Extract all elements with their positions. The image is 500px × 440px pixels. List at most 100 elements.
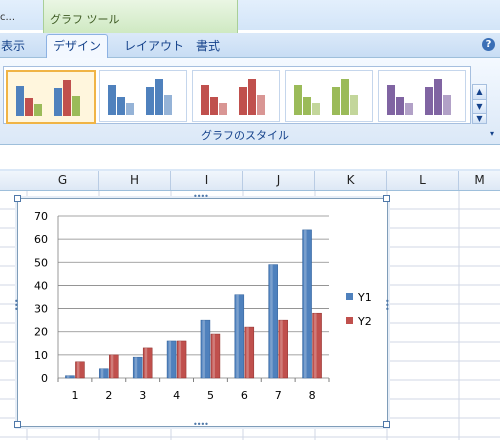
truncated-tab-group: c... bbox=[0, 12, 16, 23]
x-tick-label: 4 bbox=[173, 389, 180, 402]
group-launcher-icon[interactable]: ▾ bbox=[490, 129, 494, 138]
bar-highlight bbox=[100, 368, 104, 378]
chart-styles-group-label: グラフのスタイル bbox=[201, 129, 289, 142]
x-tick-label: 3 bbox=[139, 389, 146, 402]
gallery-more-button[interactable]: ▼ bbox=[472, 113, 487, 124]
preview-bar bbox=[146, 87, 154, 115]
bar-y1[interactable] bbox=[65, 375, 75, 379]
bar-highlight bbox=[202, 320, 205, 378]
y-tick-label: 30 bbox=[34, 303, 48, 316]
y-tick-label: 50 bbox=[34, 256, 48, 269]
bar-highlight bbox=[168, 340, 172, 378]
column-header-i[interactable]: I bbox=[171, 171, 243, 190]
style-preview-icon bbox=[387, 79, 451, 115]
bar-highlight bbox=[280, 320, 283, 378]
preview-bar bbox=[155, 79, 163, 115]
bar-y1[interactable] bbox=[302, 229, 312, 379]
tab-design[interactable]: デザイン bbox=[46, 34, 108, 58]
bar-y2[interactable] bbox=[109, 354, 119, 379]
embedded-chart[interactable]: 0 10 20 30 40 50 60 70 1 2 3 4 5 6 7 8 Y1 Y2 bbox=[17, 198, 388, 427]
bar-highlight bbox=[178, 340, 182, 378]
legend-swatch-y1 bbox=[346, 293, 353, 300]
bar-highlight bbox=[304, 229, 307, 378]
resize-corner-bottom-right[interactable] bbox=[383, 421, 390, 428]
chart-style-thumbnail-3[interactable] bbox=[192, 70, 280, 122]
y-tick-label: 40 bbox=[34, 279, 48, 292]
preview-bar bbox=[434, 79, 442, 115]
column-header-h[interactable]: H bbox=[99, 171, 171, 190]
x-tick-label: 7 bbox=[275, 389, 282, 402]
preview-bar bbox=[63, 80, 71, 116]
bar-y2[interactable] bbox=[176, 340, 187, 379]
y-tick-label: 70 bbox=[34, 210, 48, 223]
bar-highlight bbox=[76, 361, 80, 378]
formula-bar[interactable] bbox=[0, 145, 500, 170]
chart-style-thumbnail-1[interactable] bbox=[6, 70, 96, 124]
style-preview-icon bbox=[16, 80, 80, 116]
bar-highlight bbox=[144, 347, 148, 378]
bar-highlight bbox=[236, 294, 239, 378]
bar-y2[interactable] bbox=[210, 333, 221, 379]
y-tick-label: 20 bbox=[34, 326, 48, 339]
bar-y1[interactable] bbox=[166, 340, 177, 379]
chart-style-thumbnail-5[interactable] bbox=[378, 70, 466, 122]
bar-y2[interactable] bbox=[312, 312, 322, 379]
resize-handle-right[interactable]: • • • bbox=[385, 298, 390, 314]
x-tick-label: 8 bbox=[309, 389, 316, 402]
column-header-l[interactable]: L bbox=[387, 171, 459, 190]
resize-corner-bottom-left[interactable] bbox=[14, 421, 21, 428]
bar-y1[interactable] bbox=[132, 356, 143, 379]
preview-bar bbox=[350, 95, 358, 115]
tab-format[interactable]: 書式 bbox=[196, 37, 220, 54]
style-preview-icon bbox=[108, 79, 172, 115]
legend-swatch-y2 bbox=[346, 317, 353, 324]
preview-bar bbox=[425, 87, 433, 115]
legend-label-y1[interactable]: Y1 bbox=[357, 291, 372, 304]
resize-corner-top-left[interactable] bbox=[14, 195, 21, 202]
x-tick-label: 1 bbox=[71, 389, 78, 402]
column-header-m[interactable]: M bbox=[459, 171, 500, 190]
bar-y1[interactable] bbox=[234, 294, 245, 379]
tab-view[interactable]: 表示 bbox=[1, 37, 25, 54]
bar-y1[interactable] bbox=[200, 319, 211, 379]
bar-y2[interactable] bbox=[75, 361, 85, 379]
x-tick-label: 5 bbox=[207, 389, 214, 402]
help-icon[interactable]: ? bbox=[482, 38, 495, 51]
preview-bar bbox=[164, 95, 172, 115]
preview-bar bbox=[54, 88, 62, 116]
preview-bar bbox=[219, 103, 227, 115]
legend-label-y2[interactable]: Y2 bbox=[357, 315, 372, 328]
bar-y1[interactable] bbox=[99, 368, 109, 379]
preview-bar bbox=[16, 86, 24, 116]
preview-bar bbox=[257, 95, 265, 115]
bar-y2[interactable] bbox=[278, 319, 288, 379]
preview-bar bbox=[108, 85, 116, 115]
preview-bar bbox=[72, 96, 80, 116]
resize-handle-bottom[interactable]: •••• bbox=[193, 420, 209, 429]
bar-highlight bbox=[66, 375, 70, 378]
preview-bar bbox=[387, 85, 395, 115]
bar-y1[interactable] bbox=[268, 264, 278, 379]
resize-corner-top-right[interactable] bbox=[383, 195, 390, 202]
resize-handle-left[interactable]: • • • bbox=[14, 298, 19, 314]
resize-handle-top[interactable]: •••• bbox=[193, 192, 209, 201]
tab-layout[interactable]: レイアウト bbox=[124, 37, 184, 54]
y-tick-label: 10 bbox=[34, 349, 48, 362]
gallery-scroll-up-button[interactable]: ▲ bbox=[472, 84, 487, 100]
preview-bar bbox=[312, 103, 320, 115]
column-header-g[interactable]: G bbox=[27, 171, 99, 190]
bar-y2[interactable] bbox=[244, 326, 255, 379]
chart-style-thumbnail-4[interactable] bbox=[285, 70, 373, 122]
style-preview-icon bbox=[294, 79, 358, 115]
preview-bar bbox=[126, 103, 134, 115]
chart-style-thumbnail-2[interactable] bbox=[99, 70, 187, 122]
bar-highlight bbox=[246, 327, 249, 378]
preview-bar bbox=[248, 79, 256, 115]
bar-highlight bbox=[110, 354, 114, 378]
preview-bar bbox=[405, 103, 413, 115]
bar-y2[interactable] bbox=[142, 347, 153, 379]
column-header-k[interactable]: K bbox=[315, 171, 387, 190]
preview-bar bbox=[117, 97, 125, 115]
bar-highlight bbox=[134, 357, 138, 378]
column-header-j[interactable]: J bbox=[243, 171, 315, 190]
